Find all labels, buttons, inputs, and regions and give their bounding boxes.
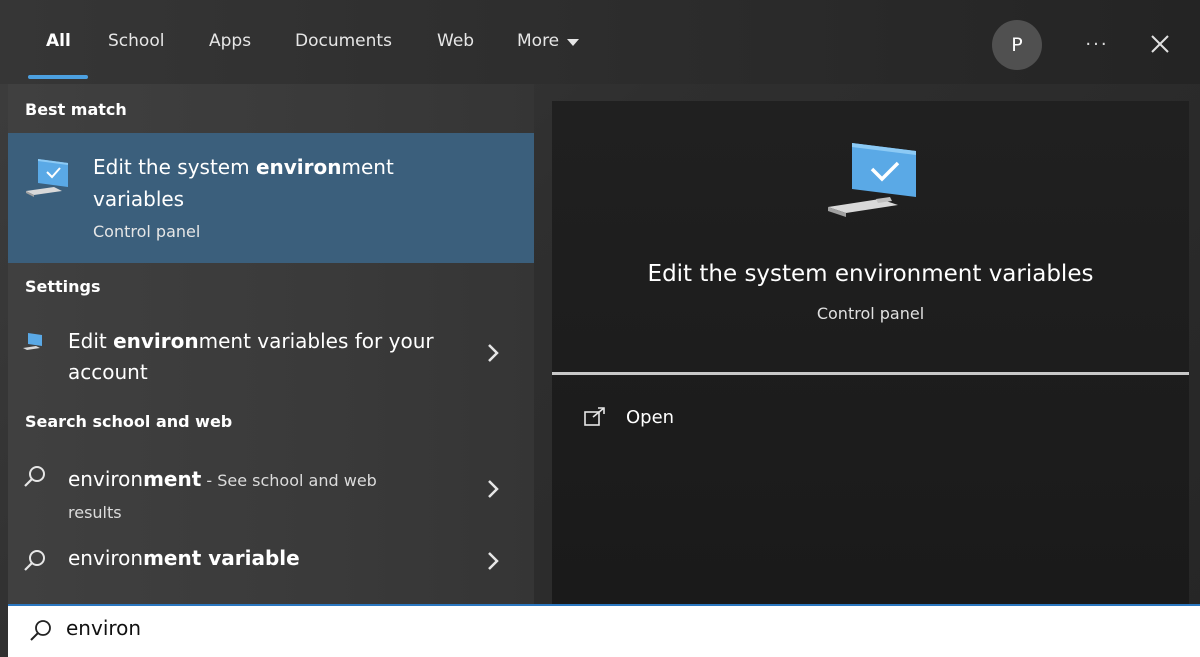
tab-documents[interactable]: Documents xyxy=(295,31,392,51)
settings-monitor-icon xyxy=(23,333,42,350)
web-result-text: environment variable xyxy=(68,546,300,570)
best-match-subtitle: Control panel xyxy=(93,222,201,241)
tab-apps[interactable]: Apps xyxy=(209,31,251,51)
active-tab-indicator xyxy=(28,75,88,79)
tab-more[interactable]: More xyxy=(517,31,580,51)
best-match-title: Edit the system environment variables xyxy=(93,155,394,211)
search-input[interactable] xyxy=(66,616,666,640)
open-external-icon xyxy=(584,407,605,426)
chevron-right-icon xyxy=(488,344,499,362)
section-title-best-match: Best match xyxy=(25,100,127,119)
caret-down-icon xyxy=(567,38,580,46)
search-icon xyxy=(24,466,45,487)
search-icon xyxy=(30,620,51,641)
web-result-environment[interactable]: environment - See school and web results xyxy=(8,452,534,522)
search-bar xyxy=(8,604,1200,657)
top-navigation: All School Apps Documents Web More P ··· xyxy=(0,0,1200,84)
preview-pane: Edit the system environment variables Co… xyxy=(552,101,1189,604)
preview-title: Edit the system environment variables xyxy=(647,261,1094,287)
tab-web[interactable]: Web xyxy=(437,31,474,51)
section-title-search-web: Search school and web xyxy=(25,412,233,431)
best-match-result[interactable]: Edit the system environment variables Co… xyxy=(8,133,534,263)
settings-result-text: Edit environment variables for your acco… xyxy=(68,329,434,384)
avatar[interactable]: P xyxy=(992,20,1042,70)
open-action-button[interactable]: Open xyxy=(584,397,884,437)
preview-subtitle: Control panel xyxy=(816,304,925,323)
open-action-label: Open xyxy=(626,406,675,428)
close-button[interactable] xyxy=(1140,24,1180,64)
tab-all[interactable]: All xyxy=(46,31,71,51)
preview-divider xyxy=(552,372,1189,375)
more-options-button[interactable]: ··· xyxy=(1080,24,1114,64)
monitor-checkmark-icon xyxy=(26,159,68,197)
monitor-checkmark-icon xyxy=(828,143,916,217)
web-result-text: environment - See school and web results xyxy=(68,467,377,522)
section-title-settings: Settings xyxy=(25,277,101,296)
chevron-right-icon xyxy=(488,480,499,498)
chevron-right-icon xyxy=(488,552,499,570)
web-result-environment-variable[interactable]: environment variable xyxy=(8,540,534,584)
search-icon xyxy=(24,550,45,571)
tab-school[interactable]: School xyxy=(108,31,164,51)
results-list: Best match Edit the system environment v… xyxy=(8,84,534,604)
tab-more-label: More xyxy=(517,31,560,51)
start-search-window: All School Apps Documents Web More P ···… xyxy=(0,0,1200,657)
close-icon xyxy=(1151,35,1169,53)
settings-result-edit-env-vars[interactable]: Edit environment variables for your acco… xyxy=(8,316,534,386)
